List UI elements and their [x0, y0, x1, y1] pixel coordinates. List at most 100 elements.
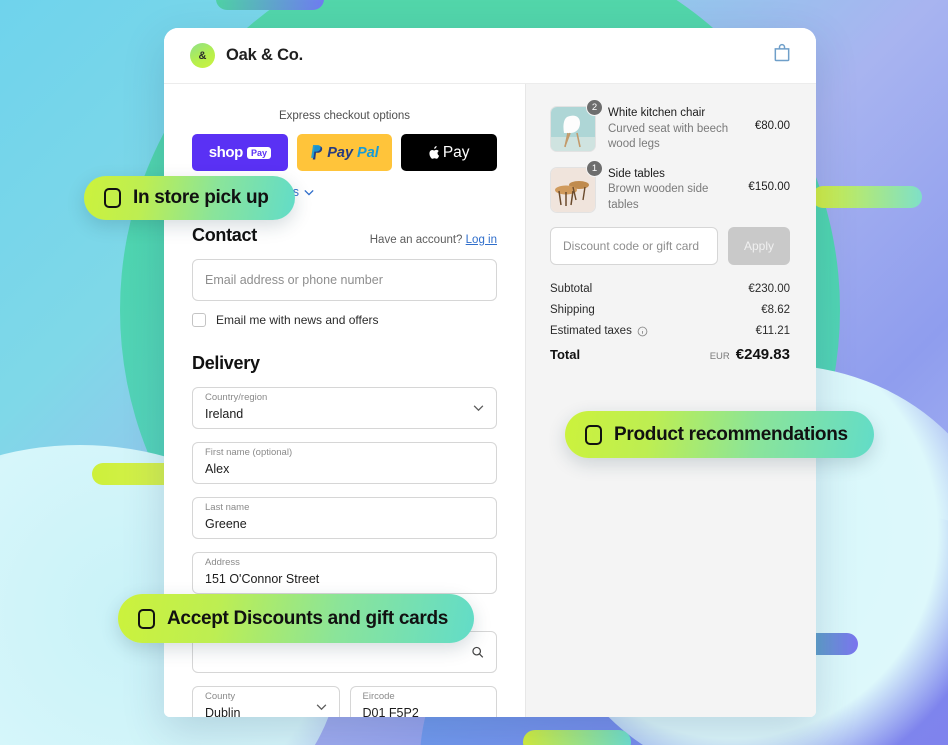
apple-pay-text: Pay — [442, 143, 470, 161]
first-name-field[interactable]: First name (optional) Alex — [192, 442, 497, 484]
line-item-quantity-badge: 1 — [586, 159, 603, 177]
store-header: & Oak & Co. — [164, 28, 816, 84]
paypal-button[interactable]: Pay Pal — [296, 134, 393, 171]
county-label: County — [205, 691, 236, 702]
delivery-section-header: Delivery — [192, 353, 497, 374]
express-payment-buttons: shop Pay Pay Pal Pay — [192, 134, 498, 171]
eircode-value: D01 F5P2 — [362, 706, 419, 717]
shop-pay-button[interactable]: shop Pay — [192, 134, 288, 171]
first-name-value: Alex — [205, 462, 230, 477]
search-icon[interactable] — [471, 646, 484, 659]
newsletter-checkbox-row[interactable]: Email me with news and offers — [192, 313, 497, 327]
annotation-in-store-pickup[interactable]: In store pick up — [84, 176, 295, 220]
address-value: 151 O'Connor Street — [205, 572, 320, 587]
country-region-select[interactable]: Country/region Ireland — [192, 387, 497, 429]
shop-pay-text: shop — [208, 144, 244, 161]
eircode-field[interactable]: Eircode D01 F5P2 — [349, 686, 497, 717]
chevron-down-icon — [304, 189, 314, 196]
apply-discount-button[interactable]: Apply — [728, 227, 790, 266]
line-item-text: White kitchen chair Curved seat with bee… — [608, 106, 743, 153]
discount-code-placeholder: Discount code or gift card — [563, 239, 700, 254]
line-item-name: White kitchen chair — [608, 107, 706, 119]
account-prompt-text: Have an account? — [369, 234, 463, 246]
last-name-field[interactable]: Last name Greene — [192, 497, 497, 539]
delivery-title: Delivery — [192, 353, 260, 373]
brand[interactable]: & Oak & Co. — [190, 43, 303, 68]
line-item-thumbnail-wrap: 2 — [550, 99, 603, 152]
line-item-quantity-badge: 2 — [586, 99, 603, 116]
annotation-label: Accept Discounts and gift cards — [167, 607, 449, 629]
totals-row-subtotal: Subtotal €230.00 — [550, 283, 790, 295]
contact-title: Contact — [192, 225, 257, 245]
first-name-label: First name (optional) — [205, 447, 293, 458]
estimated-taxes-value: €11.21 — [755, 325, 790, 338]
totals-row-total: Total EUR €249.83 — [550, 346, 790, 363]
address-field[interactable]: Address 151 O'Connor Street — [192, 552, 497, 594]
express-checkout-label: Express checkout options — [278, 110, 411, 122]
email-field-placeholder: Email address or phone number — [205, 273, 383, 287]
totals-row-shipping: Shipping €8.62 — [550, 304, 790, 316]
page-root: & Oak & Co. Express checkout options sho… — [0, 0, 948, 745]
shipping-value: €8.62 — [761, 304, 790, 317]
country-region-label: Country/region — [205, 392, 268, 403]
subtotal-value: €230.00 — [748, 283, 790, 296]
decorative-pill-top — [216, 0, 324, 10]
line-item: 1 Side tables Brown wooden side tables €… — [550, 159, 790, 214]
login-link[interactable]: Log in — [466, 234, 497, 246]
annotation-label: Product recommendations — [614, 423, 848, 445]
line-item-text: Side tables Brown wooden side tables — [608, 167, 736, 214]
line-item-price: €80.00 — [754, 120, 790, 132]
estimated-taxes-text: Estimated taxes — [550, 325, 632, 338]
contact-section-header: Contact Have an account? Log in — [192, 225, 497, 246]
paypal-text-pal: Pal — [357, 144, 379, 161]
discount-code-input[interactable]: Discount code or gift card — [550, 227, 718, 266]
last-name-value: Greene — [205, 517, 247, 532]
line-item-description: Curved seat with beech wood legs — [608, 122, 729, 151]
annotation-product-recommendations[interactable]: Product recommendations — [565, 411, 874, 458]
county-eircode-row: County Dublin Eircode D01 F5P2 — [192, 686, 497, 717]
estimated-taxes-label: Estimated taxes — [550, 325, 648, 337]
checkbox-icon — [104, 188, 121, 208]
total-value: €249.83 — [735, 346, 790, 364]
shipping-label: Shipping — [550, 304, 595, 317]
line-item-description: Brown wooden side tables — [608, 183, 709, 211]
total-label: Total — [550, 347, 581, 363]
annotation-accept-discounts[interactable]: Accept Discounts and gift cards — [118, 594, 475, 643]
newsletter-label: Email me with news and offers — [216, 313, 379, 327]
email-field[interactable]: Email address or phone number — [192, 259, 497, 301]
county-select[interactable]: County Dublin — [192, 686, 340, 717]
total-currency: EUR — [709, 351, 730, 363]
paypal-text-pay: Pay — [327, 144, 354, 161]
subtotal-label: Subtotal — [550, 283, 593, 296]
shopping-bag-icon[interactable] — [772, 43, 792, 68]
country-region-value: Ireland — [205, 407, 244, 422]
discount-row: Discount code or gift card Apply — [550, 227, 790, 266]
totals-row-taxes: Estimated taxes €11.21 — [550, 325, 790, 337]
info-icon[interactable] — [637, 326, 648, 337]
eircode-label: Eircode — [362, 691, 395, 702]
apple-pay-button[interactable]: Pay — [401, 134, 498, 171]
checkbox-icon — [138, 608, 155, 629]
newsletter-checkbox[interactable] — [192, 313, 206, 327]
shop-pay-badge: Pay — [246, 146, 271, 159]
brand-logo-icon: & — [190, 43, 215, 68]
line-item-thumbnail-wrap: 1 — [550, 159, 603, 213]
account-prompt: Have an account? Log in — [370, 234, 497, 246]
apple-logo-icon — [429, 145, 439, 159]
checkbox-icon — [585, 424, 602, 445]
last-name-label: Last name — [205, 502, 250, 513]
decorative-pill-right — [812, 186, 922, 208]
annotation-label: In store pick up — [133, 187, 269, 208]
brand-name: Oak & Co. — [226, 46, 304, 64]
line-item-name: Side tables — [608, 167, 665, 180]
chevron-down-icon — [473, 405, 484, 412]
decorative-pill-bottom — [523, 730, 631, 745]
totals: Subtotal €230.00 Shipping €8.62 Estimate… — [550, 283, 790, 363]
order-summary-column: 2 White kitchen chair Curved seat with b… — [525, 84, 816, 717]
address-label: Address — [205, 557, 240, 568]
chevron-down-icon — [316, 704, 326, 711]
line-item-price: €150.00 — [748, 180, 790, 193]
paypal-icon — [311, 145, 323, 160]
brand-mark-glyph: & — [198, 49, 207, 62]
line-item: 2 White kitchen chair Curved seat with b… — [550, 99, 790, 153]
